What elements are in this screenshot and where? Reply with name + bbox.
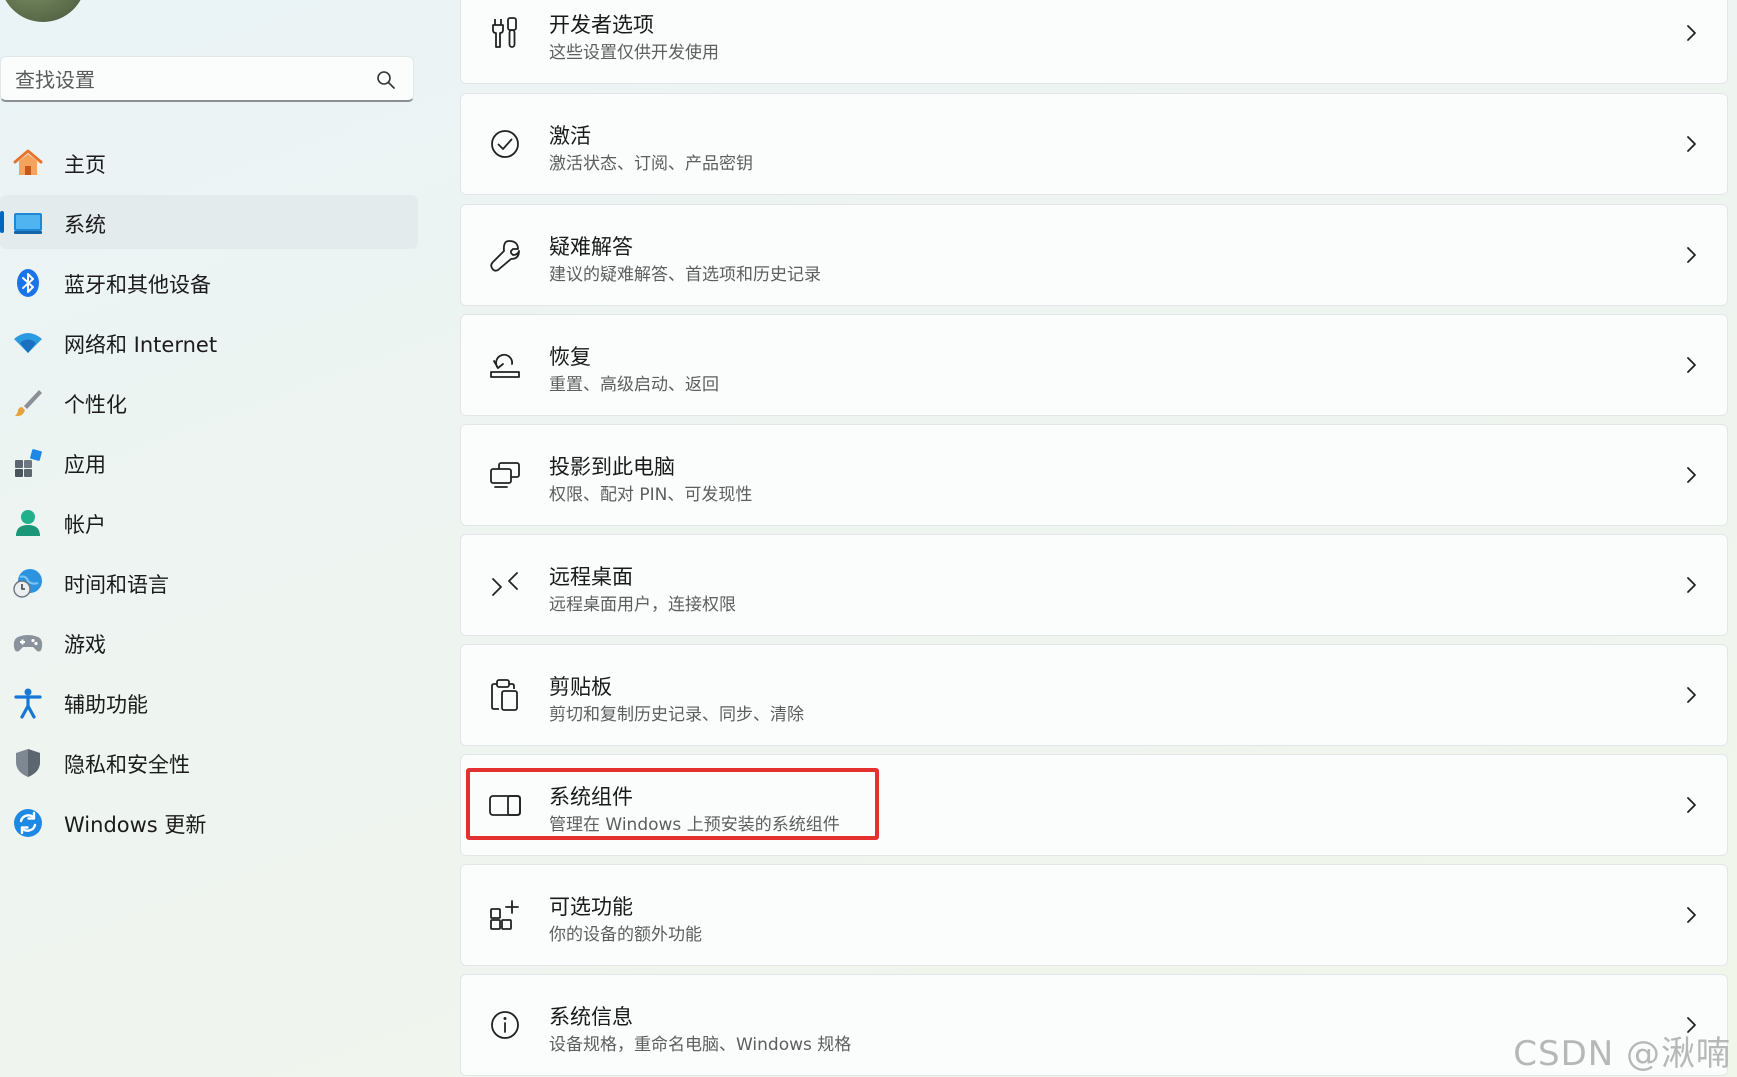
- sidebar-item-personalization[interactable]: 个性化: [0, 375, 418, 429]
- chevron-right-icon: [1687, 797, 1696, 813]
- card-title: 激活: [549, 124, 591, 148]
- project-screen-icon: [490, 462, 520, 488]
- avatar[interactable]: [0, 0, 86, 22]
- card-title: 疑难解答: [549, 235, 633, 259]
- settings-card-recovery[interactable]: 恢复 重置、高级启动、返回: [460, 314, 1728, 416]
- sidebar-item-label: 辅助功能: [64, 693, 148, 717]
- recovery-icon: [490, 353, 520, 378]
- settings-card-troubleshoot[interactable]: 疑难解答 建议的疑难解答、首选项和历史记录: [460, 204, 1728, 306]
- optional-features-icon: [490, 900, 519, 930]
- sidebar-item-label: 时间和语言: [64, 573, 169, 597]
- sidebar-item-system[interactable]: 系统: [0, 195, 418, 249]
- account-icon: [16, 510, 40, 536]
- sidebar: 主页 系统 蓝牙和其他设备 网络和 Internet: [0, 0, 430, 1077]
- sidebar-nav: 主页 系统 蓝牙和其他设备 网络和 Internet 个性化 应用 帐户 时间和…: [0, 135, 418, 855]
- search-input[interactable]: [13, 65, 357, 95]
- sidebar-item-privacy[interactable]: 隐私和安全性: [0, 735, 418, 789]
- wrench-icon: [490, 240, 520, 272]
- search-box[interactable]: [0, 56, 414, 102]
- card-description: 激活状态、订阅、产品密钥: [549, 154, 753, 174]
- chevron-right-icon: [1687, 136, 1696, 152]
- clipboard-icon: [491, 679, 518, 711]
- activation-check-icon: [491, 130, 519, 158]
- update-icon: [14, 809, 42, 837]
- card-description: 这些设置仅供开发使用: [549, 43, 719, 63]
- sidebar-item-gaming[interactable]: 游戏: [0, 615, 418, 669]
- card-title: 系统组件: [549, 785, 633, 809]
- info-icon: [491, 1011, 519, 1039]
- settings-card-remote-desktop[interactable]: 远程桌面 远程桌面用户，连接权限: [460, 534, 1728, 636]
- sidebar-item-label: 网络和 Internet: [64, 333, 218, 357]
- sidebar-item-bluetooth[interactable]: 蓝牙和其他设备: [0, 255, 418, 309]
- wifi-icon: [14, 333, 42, 353]
- card-title: 系统信息: [549, 1005, 633, 1029]
- search-icon[interactable]: [375, 69, 397, 91]
- settings-card-system-components[interactable]: 系统组件 管理在 Windows 上预安装的系统组件: [460, 754, 1728, 856]
- sidebar-item-windows-update[interactable]: Windows 更新: [0, 795, 418, 849]
- sidebar-item-label: 游戏: [64, 633, 106, 657]
- system-icon: [14, 213, 42, 234]
- sidebar-item-accessibility[interactable]: 辅助功能: [0, 675, 418, 729]
- sidebar-item-accounts[interactable]: 帐户: [0, 495, 418, 549]
- chevron-right-icon: [1687, 577, 1696, 593]
- settings-card-project-to-pc[interactable]: 投影到此电脑 权限、配对 PIN、可发现性: [460, 424, 1728, 526]
- sidebar-item-label: 帐户: [64, 513, 106, 537]
- card-description: 设备规格，重命名电脑、Windows 规格: [549, 1035, 852, 1055]
- card-title: 开发者选项: [549, 13, 654, 37]
- card-title: 恢复: [549, 345, 591, 369]
- system-components-icon: [489, 795, 521, 816]
- gamepad-icon: [13, 635, 43, 652]
- sidebar-item-network[interactable]: 网络和 Internet: [0, 315, 418, 369]
- settings-card-developer-options[interactable]: 开发者选项 这些设置仅供开发使用: [460, 0, 1728, 84]
- watermark: CSDN @湫喃: [1513, 1034, 1731, 1074]
- sidebar-item-home[interactable]: 主页: [0, 135, 418, 189]
- card-title: 剪贴板: [549, 675, 612, 699]
- sidebar-item-label: 应用: [64, 453, 106, 477]
- apps-icon: [15, 449, 42, 477]
- card-title: 投影到此电脑: [549, 455, 675, 479]
- card-title: 可选功能: [549, 895, 633, 919]
- brush-icon: [15, 390, 42, 417]
- card-description: 远程桌面用户，连接权限: [549, 595, 736, 615]
- sidebar-item-label: 蓝牙和其他设备: [64, 273, 211, 297]
- shield-icon: [16, 749, 40, 777]
- sidebar-item-apps[interactable]: 应用: [0, 435, 418, 489]
- chevron-right-icon: [1687, 907, 1696, 923]
- chevron-right-icon: [1687, 25, 1696, 41]
- sidebar-item-time-language[interactable]: 时间和语言: [0, 555, 418, 609]
- sidebar-item-label: 系统: [64, 213, 106, 237]
- chevron-right-icon: [1687, 687, 1696, 703]
- accessibility-icon: [14, 688, 42, 719]
- settings-card-clipboard[interactable]: 剪贴板 剪切和复制历史记录、同步、清除: [460, 644, 1728, 746]
- developer-tools-icon: [492, 17, 517, 48]
- bluetooth-icon: [17, 269, 39, 297]
- card-description: 权限、配对 PIN、可发现性: [549, 485, 753, 505]
- chevron-right-icon: [1687, 357, 1696, 373]
- card-description: 重置、高级启动、返回: [549, 375, 719, 395]
- card-description: 剪切和复制历史记录、同步、清除: [549, 705, 804, 725]
- sidebar-item-label: Windows 更新: [64, 813, 207, 837]
- remote-desktop-icon: [492, 572, 518, 596]
- time-language-icon: [13, 569, 42, 598]
- sidebar-item-label: 个性化: [64, 393, 127, 417]
- chevron-right-icon: [1687, 247, 1696, 263]
- sidebar-item-label: 主页: [64, 153, 106, 177]
- sidebar-item-label: 隐私和安全性: [64, 753, 190, 777]
- settings-card-optional-features[interactable]: 可选功能 你的设备的额外功能: [460, 864, 1728, 966]
- card-description: 管理在 Windows 上预安装的系统组件: [549, 815, 840, 835]
- card-title: 远程桌面: [549, 565, 633, 589]
- card-description: 建议的疑难解答、首选项和历史记录: [549, 265, 821, 285]
- card-description: 你的设备的额外功能: [549, 925, 702, 945]
- chevron-right-icon: [1687, 467, 1696, 483]
- settings-card-activation[interactable]: 激活 激活状态、订阅、产品密钥: [460, 93, 1728, 195]
- home-icon: [13, 149, 43, 175]
